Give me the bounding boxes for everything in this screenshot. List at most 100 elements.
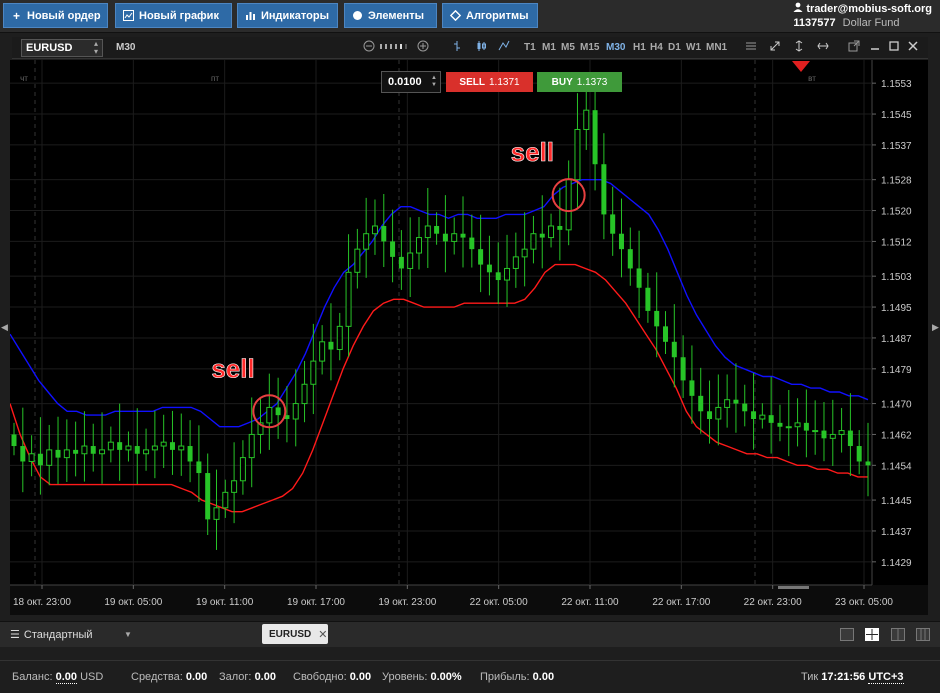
candle-body-up (319, 341, 326, 362)
y-tick-label: 1.1553 (881, 79, 912, 90)
horizontal-scale-icon[interactable] (816, 40, 830, 54)
candle-body-up (231, 480, 238, 493)
x-tick-label: 22 окт. 11:00 (561, 597, 619, 608)
timeframe-m30[interactable]: M30 (606, 42, 625, 53)
margin-label: Залог: (219, 671, 252, 683)
layout-columns-icon[interactable] (891, 628, 905, 641)
candle-body-down (847, 430, 853, 447)
symbol-value: EURUSD (26, 42, 73, 54)
candle-body-down (777, 422, 783, 427)
template-select[interactable]: ☰ Стандартный ▼ (10, 628, 132, 642)
candle-body-up (292, 403, 299, 420)
timeframe-m1[interactable]: M1 (542, 42, 556, 53)
candle-body-down (592, 110, 598, 165)
maximize-icon[interactable] (887, 40, 901, 54)
layout-rows-icon[interactable] (916, 628, 930, 641)
candle-body-down (434, 225, 440, 234)
minimize-icon[interactable] (868, 40, 882, 54)
elements-button[interactable]: Элементы (344, 3, 437, 28)
annotation-label: sell (211, 353, 254, 383)
candle-body-up (829, 433, 836, 439)
timeframe-m5[interactable]: M5 (561, 42, 575, 53)
candle-body-down (90, 446, 96, 454)
tab-eurusd[interactable]: EURUSD ✕ (262, 624, 328, 644)
account-info[interactable]: trader@mobius-soft.org 1137577 Dollar Fu… (793, 2, 932, 30)
main-toolbar: + Новый ордер Новый график Индикаторы Эл… (0, 0, 940, 33)
expand-diagonal-icon[interactable] (768, 40, 782, 54)
timeframe-w1[interactable]: W1 (686, 42, 701, 53)
new-order-label: Новый ордер (27, 9, 101, 22)
vertical-scale-icon[interactable] (792, 40, 806, 54)
candle-body-up (504, 267, 511, 281)
candle-body-down (803, 422, 809, 431)
margin: Залог: 0.00 (219, 671, 276, 683)
candle-body-up (301, 383, 308, 405)
candle-body-up (759, 414, 766, 420)
y-tick-label: 1.1437 (881, 527, 912, 538)
candle-body-down (654, 310, 660, 327)
y-tick-label: 1.1528 (881, 176, 912, 187)
candle-body-up (28, 453, 35, 462)
lot-size-input[interactable]: 0.0100 ▲ ▼ (381, 71, 441, 93)
candle-body-up (336, 325, 343, 351)
funds-value: 0.00 (185, 671, 208, 683)
left-panel-toggle-icon[interactable]: ◀ (1, 322, 9, 336)
day-label: вт (808, 74, 816, 83)
candle-body-up (239, 457, 246, 482)
x-tick-label: 18 окт. 23:00 (13, 597, 71, 608)
bar-chart-type-icon[interactable] (450, 40, 464, 54)
candle-body-down (187, 446, 193, 462)
timeframe-h4[interactable]: H4 (650, 42, 663, 53)
right-panel-toggle-icon[interactable]: ▶ (932, 322, 940, 336)
y-tick-label: 1.1454 (881, 461, 912, 472)
new-order-button[interactable]: + Новый ордер (3, 3, 108, 28)
server-clock: Тик 17:21:56 UTC+3 (801, 671, 904, 684)
buy-button[interactable]: BUY 1.1373 (537, 72, 622, 92)
timeframe-h1[interactable]: H1 (633, 42, 646, 53)
current-timeframe: M30 (116, 42, 136, 53)
candle-body-up (530, 233, 537, 250)
timeframe-m15[interactable]: M15 (580, 42, 599, 53)
chart-canvas[interactable]: 1.1553 1.1545 1.1537 1.1528 1.1520 1.1512 1.15… (10, 60, 928, 615)
x-tick-label: 19 окт. 05:00 (104, 597, 162, 608)
candle-body-down (11, 434, 17, 447)
plus-icon: + (12, 8, 20, 23)
price-chart[interactable]: 1.1553 1.1545 1.1537 1.1528 1.1520 1.1512 1.15… (10, 60, 928, 615)
timezone-select[interactable]: UTC+3 (868, 671, 904, 684)
y-tick-label: 1.1537 (881, 141, 912, 152)
candle-body-down (636, 268, 642, 288)
timeframe-mn1[interactable]: MN1 (706, 42, 727, 53)
zoom-in-icon[interactable] (416, 40, 430, 54)
candle-body-up (354, 248, 361, 273)
line-chart-type-icon[interactable] (497, 40, 511, 54)
candle-body-down (275, 407, 281, 416)
detach-window-icon[interactable] (847, 40, 861, 54)
timeframe-d1[interactable]: D1 (668, 42, 681, 53)
close-icon[interactable] (906, 40, 920, 54)
new-chart-button[interactable]: Новый график (115, 3, 232, 28)
symbol-select[interactable]: EURUSD ▴ ▾ (21, 39, 103, 57)
zoom-out-icon[interactable] (362, 40, 376, 54)
candle-body-down (37, 453, 43, 466)
layout-grid-icon[interactable] (865, 628, 879, 641)
algorithms-button[interactable]: Алгоритмы (442, 3, 538, 28)
candle-body-up (812, 430, 819, 433)
layout-single-icon[interactable] (840, 628, 854, 641)
candle-body-down (663, 326, 669, 342)
funds-label: Средства: (131, 671, 183, 683)
balance-value[interactable]: 0.00 (55, 671, 77, 684)
candle-chart-type-icon[interactable] (474, 40, 488, 54)
timeframe-t1[interactable]: T1 (524, 42, 536, 53)
margin-level: Уровень: 0.00% (382, 671, 462, 683)
zoom-slider[interactable] (378, 40, 408, 54)
tab-close-icon[interactable]: ✕ (318, 628, 327, 641)
y-tick-label: 1.1487 (881, 334, 912, 345)
status-bar: Баланс: 0.00 USD Средства: 0.00 Залог: 0… (0, 660, 940, 693)
sell-button[interactable]: SELL 1.1371 (446, 72, 533, 92)
lot-size-value: 0.0100 (388, 76, 422, 88)
candle-body-down (55, 449, 61, 458)
candle-body-down (442, 233, 448, 242)
indicators-button[interactable]: Индикаторы (237, 3, 338, 28)
spin-icon[interactable]: ▲ ▼ (431, 75, 437, 89)
horizontal-lines-icon[interactable] (744, 40, 758, 54)
